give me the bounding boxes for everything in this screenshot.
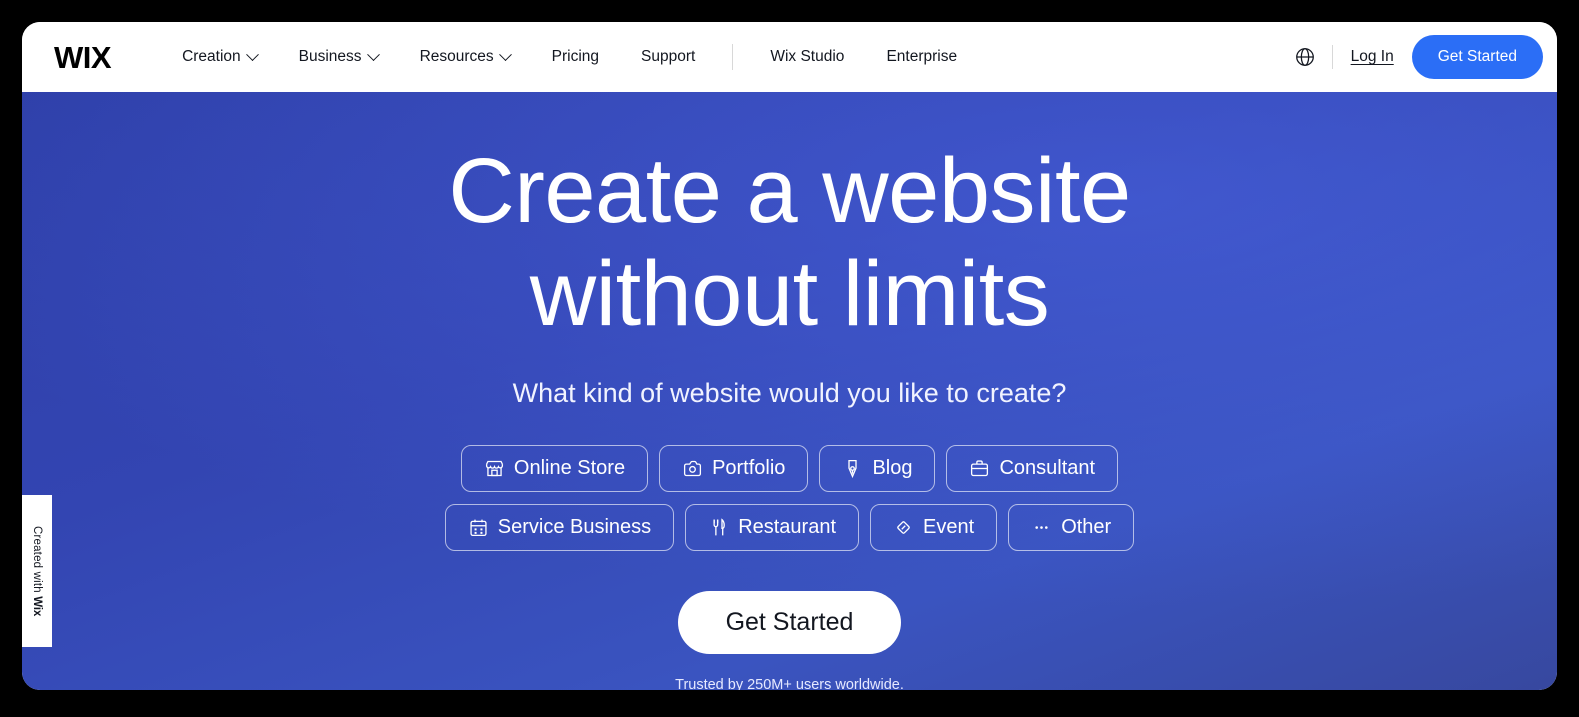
category-restaurant[interactable]: Restaurant (685, 504, 860, 552)
login-link[interactable]: Log In (1351, 48, 1394, 66)
chevron-down-icon (245, 47, 259, 61)
globe-icon[interactable] (1294, 46, 1316, 68)
nav-actions: Log In Get Started (1294, 35, 1557, 79)
nav-item-label: Enterprise (886, 48, 958, 65)
hero-title-line-2: without limits (529, 243, 1050, 346)
category-row-1: Online Store Portfolio Blog Consultant (460, 445, 1119, 493)
nav-item-resources[interactable]: Resources (399, 40, 531, 74)
trusted-text: Trusted by 250M+ users worldwide. (675, 677, 904, 690)
created-with-prefix: Created with (31, 525, 44, 597)
pen-nib-icon (848, 460, 858, 479)
calendar-icon (470, 519, 487, 537)
category-label: Consultant (999, 457, 1096, 480)
category-consultant[interactable]: Consultant (946, 445, 1119, 493)
nav-item-creation[interactable]: Creation (161, 40, 278, 74)
category-label: Restaurant (738, 516, 837, 539)
category-service-business[interactable]: Service Business (444, 504, 675, 552)
nav-item-business[interactable]: Business (278, 40, 399, 74)
get-started-button-hero[interactable]: Get Started (677, 591, 902, 655)
nav-item-label: Business (298, 48, 362, 65)
category-label: Service Business (497, 516, 652, 539)
category-selector: Online Store Portfolio Blog Consultant S… (444, 445, 1135, 552)
created-with-wix-badge[interactable]: Created with Wix (22, 495, 52, 647)
page-title: Create a website without limits (448, 140, 1131, 346)
category-online-store[interactable]: Online Store (460, 445, 649, 493)
hero-section: Create a website without limits What kin… (22, 92, 1557, 690)
nav-separator (732, 44, 734, 70)
nav-item-label: Resources (419, 48, 494, 65)
category-row-2: Service Business Restaurant Event Other (444, 504, 1135, 552)
briefcase-icon (971, 460, 989, 477)
category-label: Event (923, 516, 975, 539)
category-event[interactable]: Event (870, 504, 998, 552)
category-label: Blog (872, 457, 913, 480)
image-gallery-icon (684, 460, 702, 477)
nav-item-label: Pricing (551, 48, 600, 65)
nav-item-enterprise[interactable]: Enterprise (865, 40, 978, 74)
fork-knife-icon (713, 518, 726, 536)
created-with-brand: Wix (31, 596, 44, 617)
category-blog[interactable]: Blog (819, 445, 936, 493)
category-label: Portfolio (712, 457, 786, 480)
nav-item-wix-studio[interactable]: Wix Studio (749, 40, 865, 74)
chevron-down-icon (498, 47, 512, 61)
ticket-diamond-icon (897, 521, 910, 534)
primary-nav: Creation Business Resources Pricing Supp… (161, 40, 978, 74)
top-navigation-bar: WIX Creation Business Resources Pricing … (22, 22, 1557, 92)
nav-item-label: Wix Studio (770, 48, 845, 65)
browser-page: WIX Creation Business Resources Pricing … (22, 22, 1557, 690)
nav-item-pricing[interactable]: Pricing (531, 40, 620, 74)
nav-actions-separator (1331, 45, 1333, 69)
chevron-down-icon (366, 47, 380, 61)
ellipsis-icon (1035, 526, 1048, 529)
hero-title-line-1: Create a website (448, 140, 1131, 242)
created-with-wix-label: Created with Wix (31, 526, 43, 616)
nav-item-support[interactable]: Support (620, 40, 716, 74)
category-label: Other (1061, 516, 1112, 539)
nav-item-label: Creation (182, 48, 241, 65)
storefront-icon (485, 460, 503, 477)
get-started-button-nav[interactable]: Get Started (1411, 35, 1543, 79)
hero-subtitle: What kind of website would you like to c… (512, 378, 1067, 409)
category-label: Online Store (513, 457, 626, 480)
category-other[interactable]: Other (1008, 504, 1135, 552)
category-portfolio[interactable]: Portfolio (659, 445, 809, 493)
wix-logo[interactable]: WIX (54, 42, 112, 73)
nav-item-label: Support (641, 48, 696, 65)
